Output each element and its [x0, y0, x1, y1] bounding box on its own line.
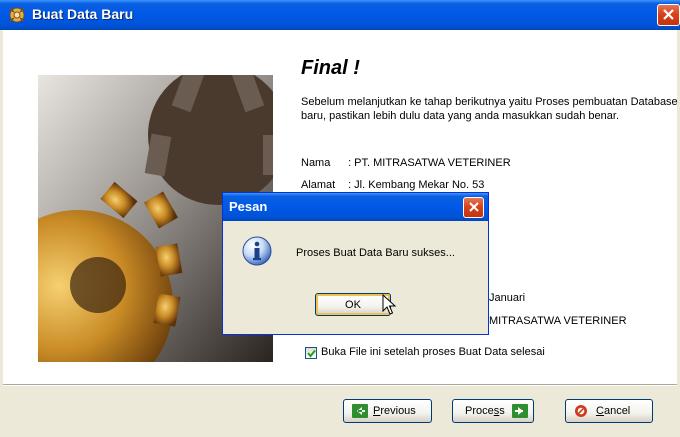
- app-icon: [9, 7, 25, 23]
- field-nama: Nama : PT. MITRASATWA VETERINER: [301, 157, 511, 169]
- field-label: Nama: [301, 157, 331, 169]
- check-icon: [307, 349, 316, 358]
- open-file-checkbox-label: Buka File ini setelah proses Buat Data s…: [321, 346, 545, 358]
- process-label: Process: [465, 405, 505, 417]
- ok-button[interactable]: OK: [315, 293, 391, 316]
- field-partial-company: MITRASATWA VETERINER: [489, 315, 627, 327]
- mouse-cursor: [382, 294, 396, 315]
- previous-button[interactable]: Previous: [343, 399, 432, 423]
- field-value: : PT. MITRASATWA VETERINER: [348, 157, 511, 169]
- cancel-label: Cancel: [596, 405, 631, 417]
- arrow-right-icon: [512, 404, 528, 418]
- message-text: Proses Buat Data Baru sukses...: [296, 247, 455, 259]
- page-description: Sebelum melanjutkan ke tahap berikutnya …: [301, 96, 678, 122]
- message-dialog-title-bar[interactable]: Pesan: [223, 193, 488, 221]
- title-bar[interactable]: Buat Data Baru: [0, 0, 680, 30]
- field-label: Alamat: [301, 179, 336, 191]
- process-button[interactable]: Process: [452, 399, 534, 423]
- close-button[interactable]: [657, 4, 680, 26]
- close-icon: [469, 202, 479, 212]
- open-file-checkbox[interactable]: [305, 347, 317, 359]
- separator: [3, 384, 677, 386]
- message-dialog-title: Pesan: [229, 199, 268, 214]
- cancel-button[interactable]: Cancel: [565, 399, 653, 423]
- info-icon: [242, 236, 272, 266]
- message-dialog: Pesan Proses Buat Data Baru sukses... OK: [222, 192, 489, 335]
- page-heading: Final !: [301, 57, 360, 79]
- close-icon: [663, 9, 674, 20]
- field-alamat: Alamat : Jl. Kembang Mekar No. 53: [301, 179, 484, 191]
- field-partial-month: Januari: [489, 292, 526, 304]
- main-window: Buat Data Baru Final ! Sebelum melanjutk…: [0, 0, 680, 437]
- window-title: Buat Data Baru: [32, 6, 134, 22]
- arrow-left-icon: [352, 404, 368, 418]
- ok-label: OK: [345, 299, 361, 311]
- field-value: : Jl. Kembang Mekar No. 53: [348, 179, 485, 191]
- previous-label: Previous: [373, 405, 416, 417]
- cancel-icon: [575, 405, 587, 417]
- message-close-button[interactable]: [463, 197, 484, 218]
